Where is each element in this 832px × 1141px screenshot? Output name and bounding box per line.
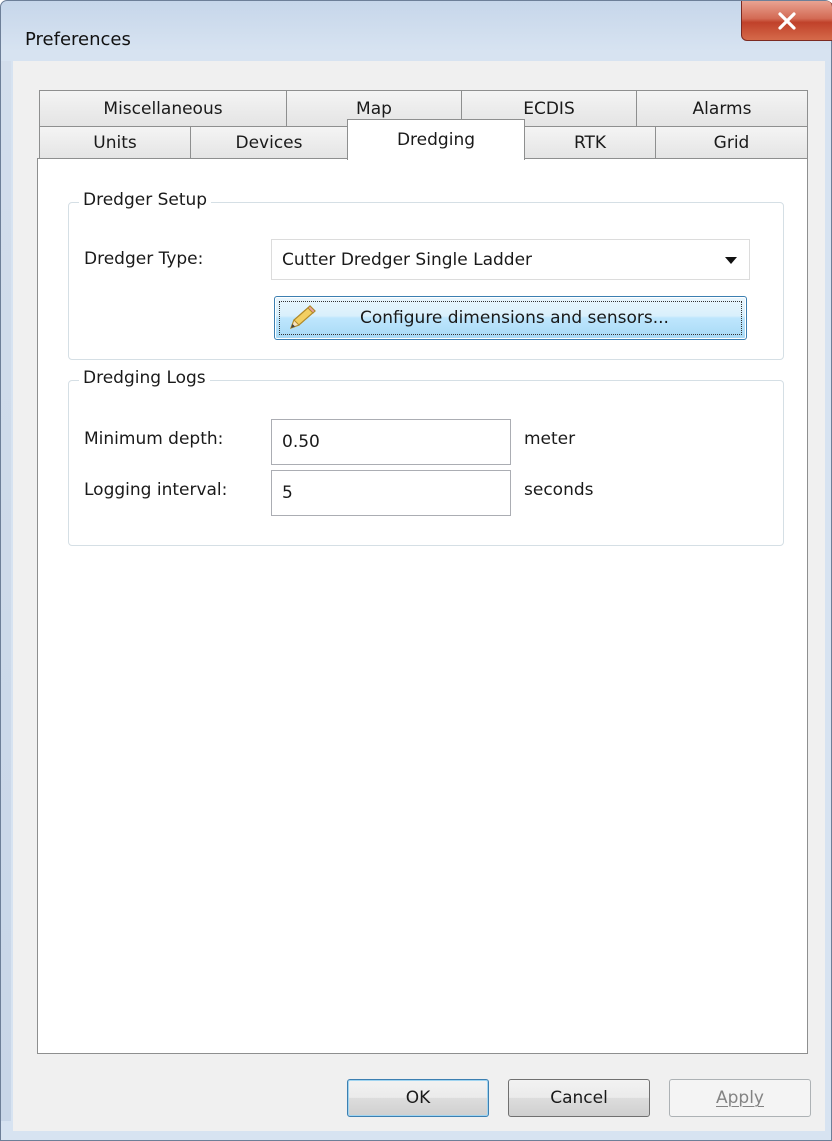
ok-label: OK <box>405 1088 431 1108</box>
tab-label: Dredging <box>396 130 476 150</box>
chevron-down-icon <box>725 257 737 264</box>
tab-label: Map <box>356 98 392 119</box>
tab-dredging[interactable]: Dredging <box>347 119 525 160</box>
tab-label: Units <box>93 133 137 153</box>
configure-dimensions-button[interactable]: Configure dimensions and sensors... <box>274 296 747 340</box>
dredging-logs-title: Dredging Logs <box>79 368 210 388</box>
tab-grid[interactable]: Grid <box>655 126 808 159</box>
logging-interval-input[interactable]: 5 <box>271 470 511 516</box>
tab-label: RTK <box>573 133 607 153</box>
tab-rtk[interactable]: RTK <box>524 126 656 159</box>
dredging-tab-panel: Dredger Setup Dredger Type: Cutter Dredg… <box>37 158 808 1054</box>
preferences-window: Preferences Miscellaneous Map ECDIS Alar… <box>0 0 832 1141</box>
configure-dimensions-label: Configure dimensions and sensors... <box>360 308 669 328</box>
cancel-label: Cancel <box>550 1088 608 1108</box>
minimum-depth-unit: meter <box>524 429 576 449</box>
tab-label: ECDIS <box>523 98 575 119</box>
tab-label: Devices <box>235 133 303 153</box>
focus-rectangle: Configure dimensions and sensors... <box>279 301 742 335</box>
tab-miscellaneous[interactable]: Miscellaneous <box>39 90 287 126</box>
logging-interval-label: Logging interval: <box>84 480 228 500</box>
minimum-depth-value: 0.50 <box>282 432 320 452</box>
tab-devices[interactable]: Devices <box>190 126 348 159</box>
close-button[interactable] <box>741 1 832 41</box>
ok-button[interactable]: OK <box>347 1079 489 1117</box>
apply-label: Apply <box>716 1088 764 1108</box>
tab-label: Miscellaneous <box>103 98 223 119</box>
logging-interval-value: 5 <box>282 483 293 503</box>
tab-label: Grid <box>713 133 750 153</box>
close-icon <box>778 11 796 30</box>
tab-units[interactable]: Units <box>39 126 191 159</box>
cancel-button[interactable]: Cancel <box>508 1079 650 1117</box>
dredger-type-select[interactable]: Cutter Dredger Single Ladder <box>271 239 750 280</box>
apply-button[interactable]: Apply <box>669 1079 811 1117</box>
window-title: Preferences <box>25 29 131 50</box>
logging-interval-unit: seconds <box>524 480 594 500</box>
dredger-type-value: Cutter Dredger Single Ladder <box>282 249 533 270</box>
dredger-type-label: Dredger Type: <box>84 249 204 269</box>
tab-alarms[interactable]: Alarms <box>636 90 808 126</box>
minimum-depth-input[interactable]: 0.50 <box>271 419 511 465</box>
dredger-setup-title: Dredger Setup <box>79 190 212 210</box>
minimum-depth-label: Minimum depth: <box>84 429 224 449</box>
window-frame-left <box>1 61 11 1121</box>
tab-label: Alarms <box>692 98 752 119</box>
pencil-icon <box>289 305 316 330</box>
